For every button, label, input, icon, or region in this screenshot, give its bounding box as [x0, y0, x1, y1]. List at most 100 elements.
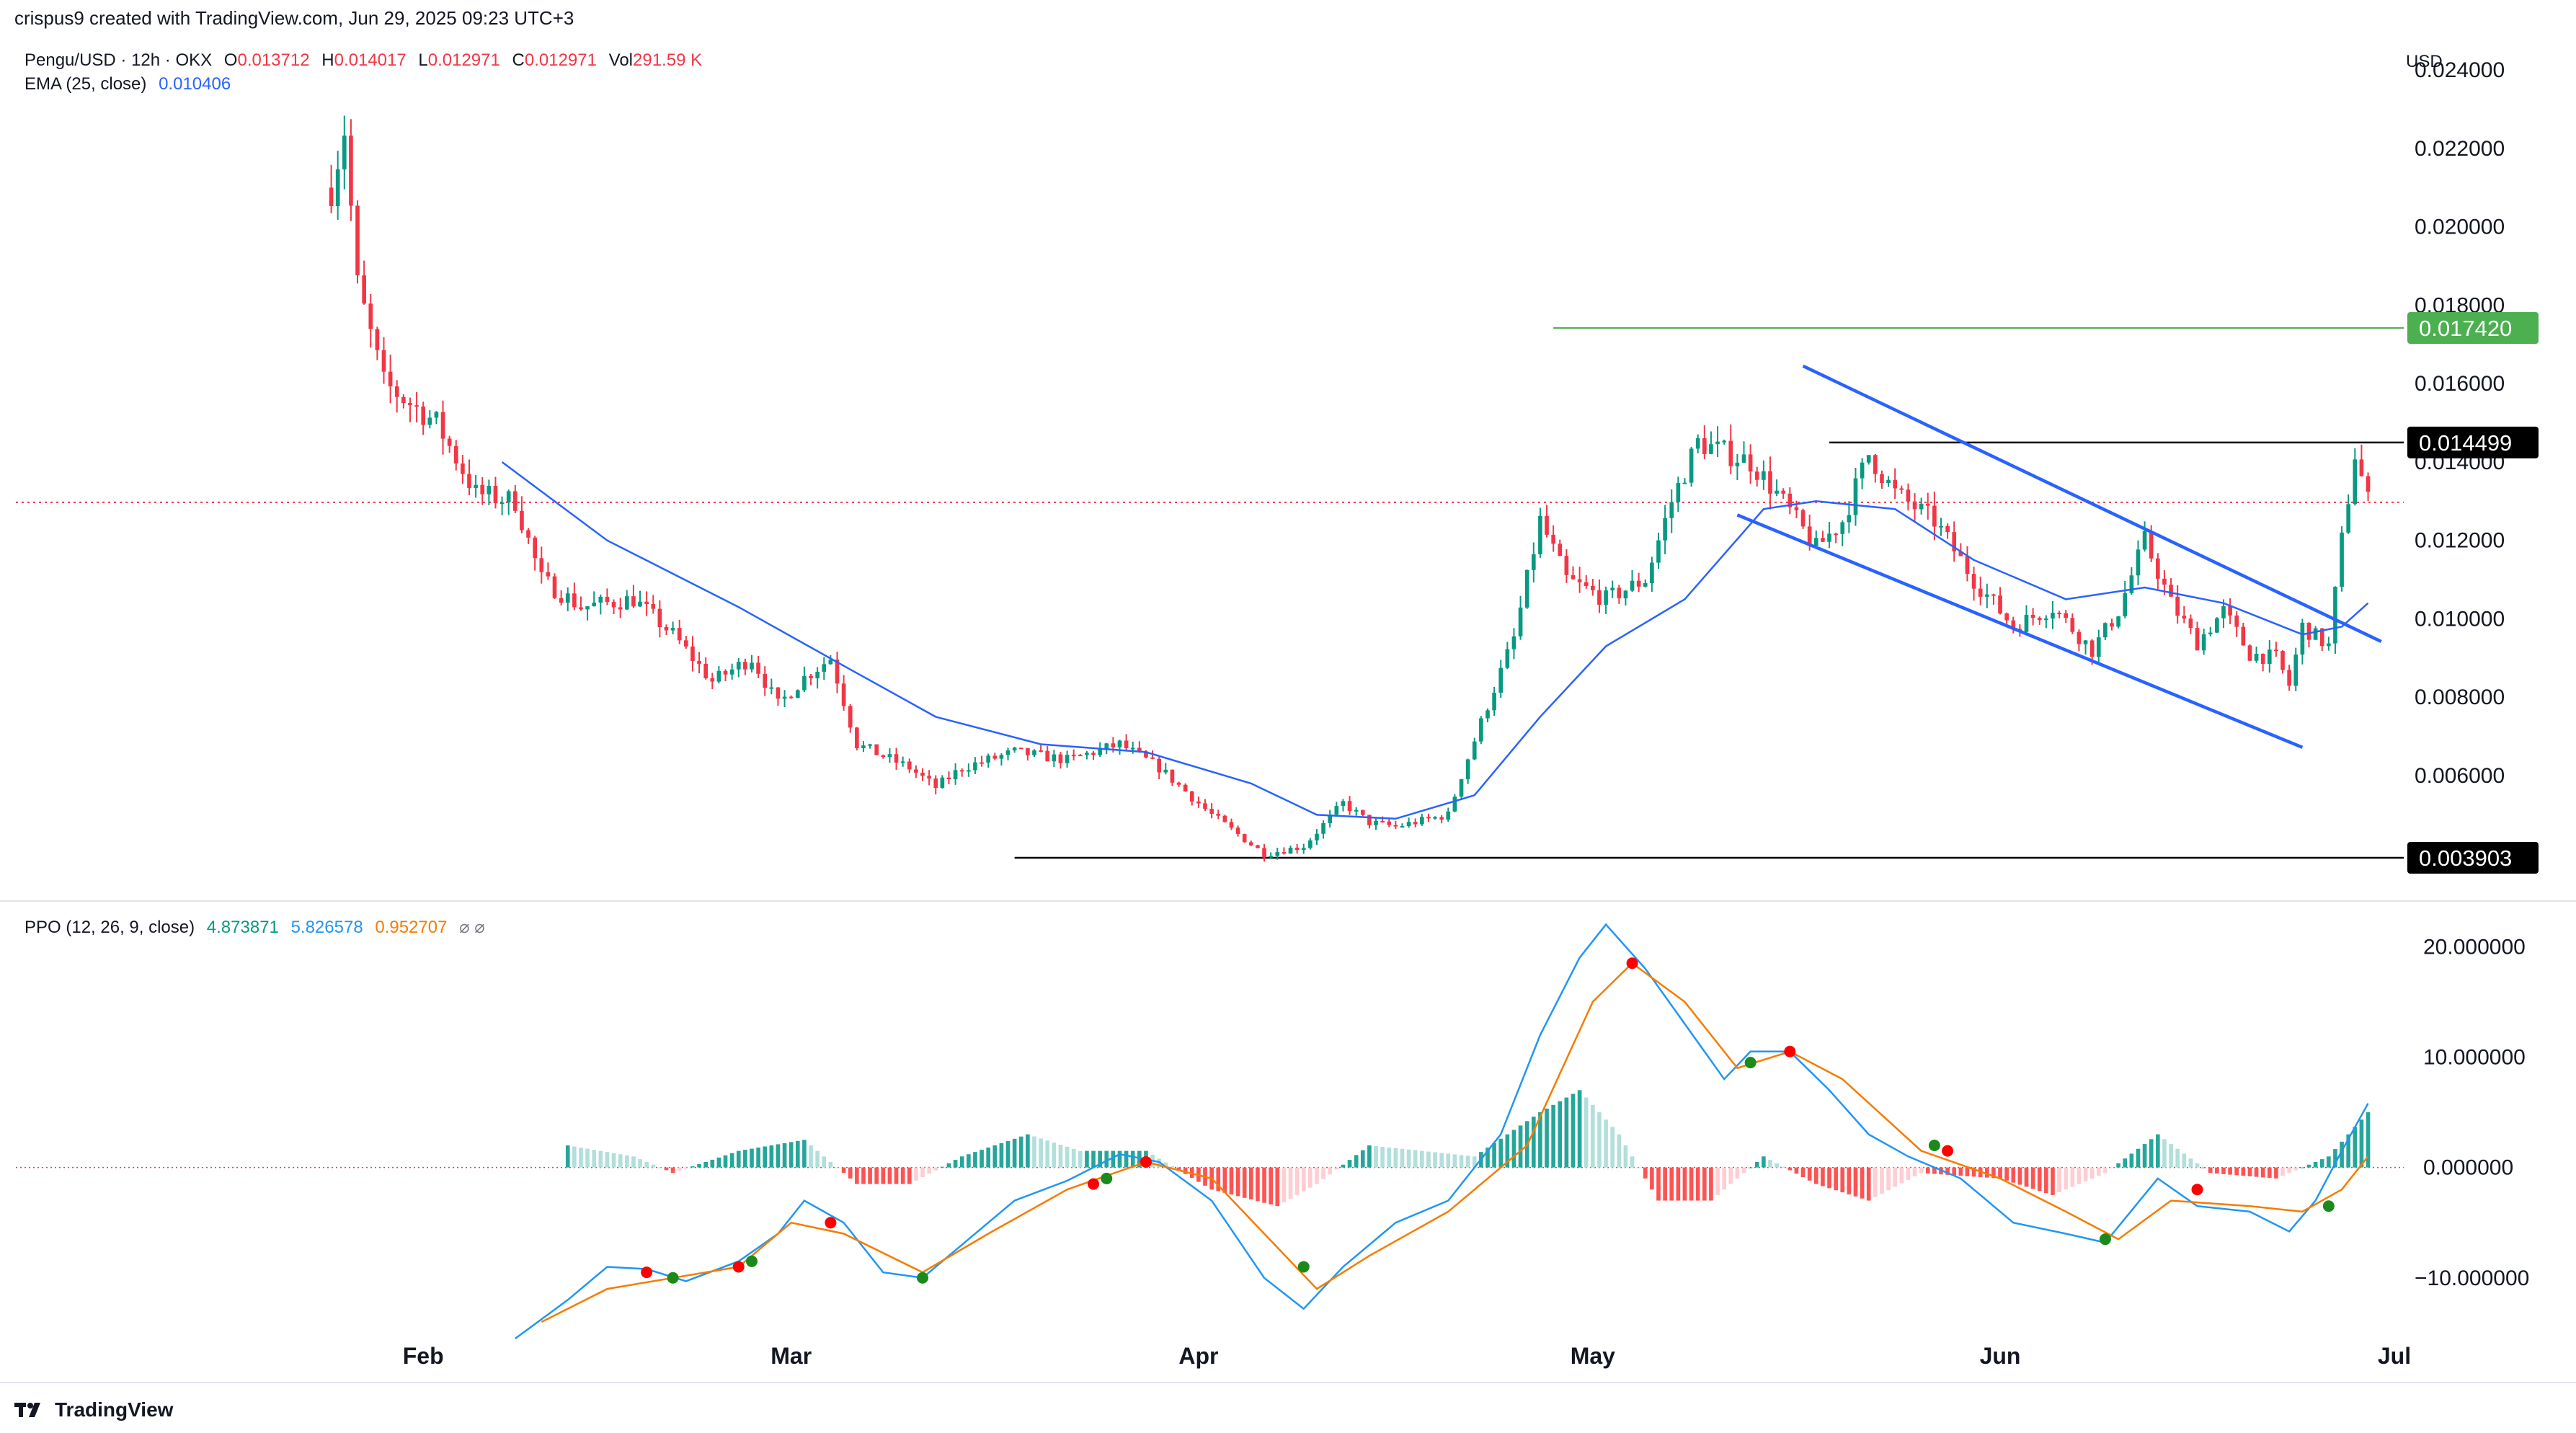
candle-body [1288, 848, 1293, 854]
ppo-histogram-bar [769, 1145, 774, 1168]
candle-body [703, 663, 709, 678]
candle [756, 656, 760, 678]
candle [1636, 572, 1641, 593]
candle [2037, 616, 2042, 625]
ppo-histogram-bar [1866, 1167, 1871, 1201]
ppo-signal-line [541, 962, 2369, 1323]
channel-lines [1736, 364, 2382, 749]
candle-body [480, 484, 485, 494]
candle [1971, 567, 1976, 601]
candle [1505, 642, 1510, 670]
candle [1945, 523, 1950, 539]
channel-line [1802, 364, 2382, 644]
ppo-histogram-bar [684, 1167, 688, 1169]
candle [1248, 840, 1253, 847]
candle [1039, 745, 1043, 753]
candle [2228, 598, 2232, 624]
candle [2030, 608, 2035, 626]
candle [2024, 605, 2029, 633]
candle-body [2096, 637, 2101, 657]
candle-body [1039, 750, 1043, 753]
candle-body [874, 744, 879, 755]
candle-body [1518, 607, 1523, 636]
candle [506, 489, 511, 515]
candle [2110, 618, 2114, 631]
ppo-histogram-bar [1886, 1167, 1891, 1191]
ppo-histogram-bar [973, 1152, 977, 1168]
candle [2267, 640, 2272, 673]
ppo-histogram-bar [920, 1167, 925, 1178]
candle [552, 573, 557, 600]
candle [467, 459, 471, 496]
tradingview-brand[interactable]: TradingView [14, 1398, 173, 1421]
candle-body [848, 706, 853, 728]
candle [2116, 616, 2120, 629]
candle-body [2024, 614, 2029, 632]
candle-body [624, 596, 629, 610]
ppo-histogram-bar [1374, 1145, 1378, 1168]
price-label-text: 0.003903 [2419, 846, 2512, 871]
candle [1426, 813, 1431, 822]
candle-body [611, 602, 616, 608]
ppo-histogram-bar [1052, 1143, 1057, 1168]
candle-body [394, 386, 399, 397]
candle-body [1163, 769, 1168, 773]
ppo-histogram-bar [815, 1150, 820, 1168]
candle-body [1413, 822, 1418, 825]
candle-body [2044, 618, 2048, 621]
candle-body [598, 596, 603, 603]
candle-body [2064, 613, 2069, 618]
candle [1374, 817, 1378, 830]
ppo-histogram-bar [2319, 1159, 2324, 1168]
ppo-histogram-bar [1919, 1167, 1924, 1174]
candle [1682, 478, 1687, 484]
candle-body [1610, 587, 1615, 591]
ppo-histogram-bar [1387, 1147, 1392, 1168]
candle [1018, 747, 1023, 750]
ppo-histogram-bar [914, 1167, 918, 1181]
candle-body [2051, 613, 2055, 619]
ppo-cross-marker [1928, 1139, 1940, 1151]
candle-body [461, 463, 465, 474]
ppo-histogram-bar [1032, 1136, 1036, 1168]
candle [631, 585, 636, 608]
ppo-cross-marker [641, 1266, 653, 1279]
candle [1459, 778, 1464, 800]
candle-body [1538, 515, 1542, 554]
ppo-histogram-bar [2241, 1167, 2246, 1176]
ppo-histogram-bar [1091, 1150, 1096, 1168]
candle [2201, 629, 2206, 655]
ppo-histogram-bar [1058, 1145, 1063, 1168]
candle-body [2228, 605, 2232, 616]
ppo-histogram-bar [1781, 1166, 1786, 1168]
ppo-histogram-bar [697, 1164, 701, 1168]
candle-body [1511, 636, 1516, 649]
ppo-histogram-bar [2077, 1167, 2082, 1184]
candle [368, 293, 373, 348]
candle-body [1748, 454, 1753, 472]
ppo-histogram-bar [677, 1167, 682, 1171]
candle [1571, 566, 1576, 580]
ppo-histogram-bar [2155, 1134, 2160, 1168]
ppo-histogram-bar [2136, 1148, 2141, 1168]
candle-body [986, 755, 990, 763]
ppo-histogram-bar [1958, 1167, 1963, 1176]
ppo-histogram-bar [1256, 1167, 1260, 1202]
candle [335, 151, 340, 220]
candle-body [1754, 471, 1759, 480]
ppo-histogram-bar [828, 1161, 833, 1168]
candle [2011, 616, 2016, 634]
candle-body [1354, 809, 1359, 812]
candle-body [1196, 801, 1201, 804]
candle [980, 755, 984, 767]
candle [1347, 796, 1352, 815]
candle [375, 327, 380, 360]
ppo-histogram-bar [2287, 1167, 2291, 1174]
ppo-histogram-bar [1465, 1155, 1470, 1168]
candle [999, 753, 1004, 766]
chart-canvas[interactable]: 0.0240000.0220000.0200000.0180000.016000… [0, 0, 2576, 1433]
candle [1676, 476, 1681, 513]
candle-body [2103, 623, 2108, 638]
candle-body [1157, 758, 1162, 773]
candle-body [1091, 753, 1096, 755]
